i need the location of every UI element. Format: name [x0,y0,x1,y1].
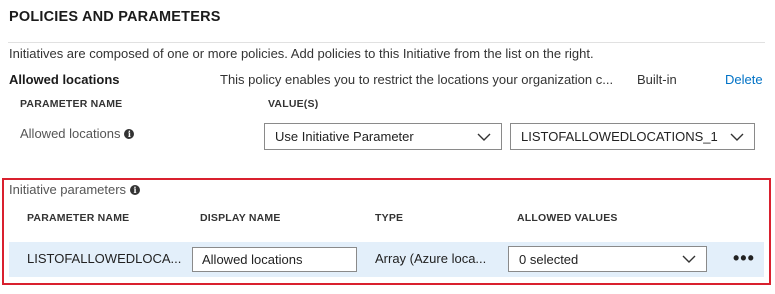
value-param-dropdown[interactable]: LISTOFALLOWEDLOCATIONS_1 [510,123,755,150]
info-icon[interactable]: i [124,129,135,139]
row-type: Array (Azure loca... [375,251,487,266]
chevron-down-icon [682,255,696,263]
value-param-selected: LISTOFALLOWEDLOCATIONS_1 [521,129,718,144]
allowed-values-selected: 0 selected [519,251,579,267]
display-name-input[interactable]: Allowed locations [192,247,357,272]
header-type: TYPE [375,212,404,224]
initiative-parameters-title-text: Initiative parameters [9,182,127,197]
header-parameter-name: PARAMETER NAME [20,98,123,110]
delete-link[interactable]: Delete [725,72,763,87]
policy-description: This policy enables you to restrict the … [220,72,614,87]
value-mode-dropdown[interactable]: Use Initiative Parameter [264,123,502,150]
header-parameter-name: PARAMETER NAME [27,212,130,224]
row-parameter-name: LISTOFALLOWEDLOCA... [27,251,182,266]
chevron-down-icon [730,133,744,141]
policy-name: Allowed locations [9,72,120,87]
policy-type: Built-in [637,72,677,87]
section-intro: Initiatives are composed of one or more … [9,46,594,61]
info-icon[interactable]: i [130,185,141,195]
divider [8,42,765,43]
header-allowed-values: ALLOWED VALUES [517,212,618,224]
value-mode-selected: Use Initiative Parameter [275,129,414,144]
more-icon[interactable]: ••• [733,248,755,269]
allowed-values-dropdown[interactable]: 0 selected [508,246,707,272]
section-title: POLICIES AND PARAMETERS [9,9,221,25]
parameter-label-text: Allowed locations [20,126,121,141]
header-display-name: DISPLAY NAME [200,212,281,224]
display-name-value: Allowed locations [202,252,303,267]
parameter-label: Allowed locations i [20,126,135,141]
initiative-parameters-title: Initiative parameters i [9,182,141,197]
chevron-down-icon [477,133,491,141]
header-values: VALUE(S) [268,98,319,110]
